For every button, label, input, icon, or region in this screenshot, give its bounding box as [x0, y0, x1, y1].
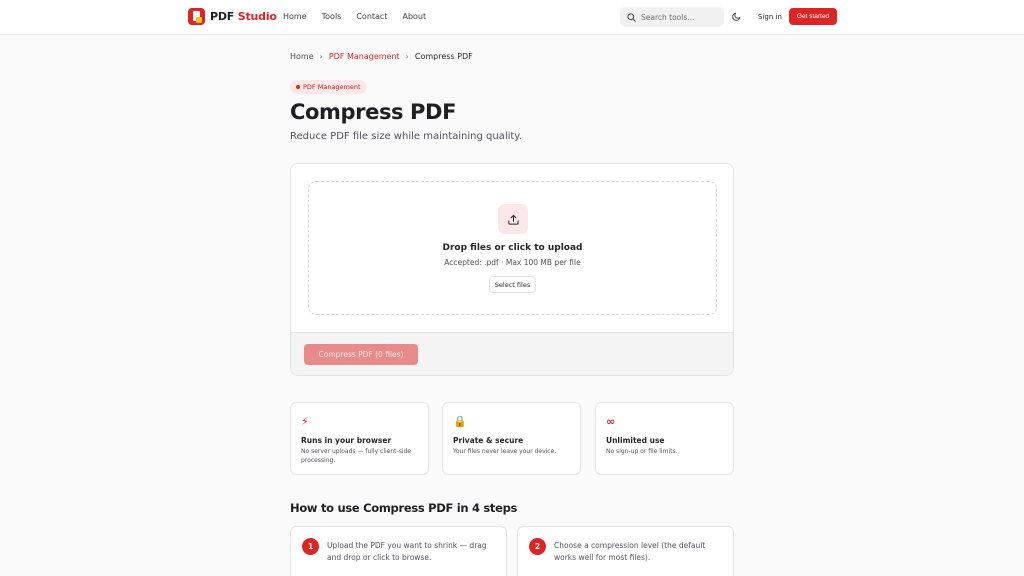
nav-home[interactable]: Home — [283, 12, 307, 21]
nav-tools[interactable]: Tools — [322, 12, 342, 21]
logo-icon — [188, 8, 205, 25]
howto-heading: How to use Compress PDF in 4 steps — [290, 501, 518, 515]
brand-name-part2: Studio — [237, 10, 277, 23]
feature-title: Private & secure — [453, 436, 524, 445]
step-number: 1 — [302, 538, 319, 555]
breadcrumb-home[interactable]: Home — [290, 52, 314, 61]
upload-card-footer: Compress PDF (0 files) — [291, 332, 733, 375]
upload-icon — [498, 204, 528, 234]
step-text: Choose a compression level (the default … — [554, 541, 706, 562]
feature-description: No server uploads — fully client-side pr… — [301, 448, 411, 464]
feature-card: 🔒 Private & secure Your files never leav… — [442, 402, 581, 475]
brand-logo[interactable]: PDF Studio — [188, 8, 277, 25]
brand-name-part1: PDF — [210, 10, 235, 23]
select-files-button[interactable]: Select files — [489, 276, 536, 293]
search-placeholder: Search tools... — [641, 12, 695, 22]
feature-card: ∞ Unlimited use No sign-up or file limit… — [595, 402, 734, 475]
page-subtitle: Reduce PDF file size while maintaining q… — [290, 131, 522, 142]
search-input[interactable]: Search tools... — [620, 7, 724, 27]
chevron-right-icon: › — [319, 52, 323, 61]
main-nav: Home Tools Contact About — [283, 12, 441, 21]
feature-description: No sign-up or file limits. — [606, 448, 678, 455]
upload-card: Drop files or click to upload Accepted: … — [290, 163, 734, 376]
top-navigation-bar: PDF Studio Home Tools Contact About Sear… — [0, 0, 1024, 35]
brand-name: PDF Studio — [210, 10, 277, 23]
feature-title: Unlimited use — [606, 436, 665, 445]
infinity-icon: ∞ — [606, 415, 616, 428]
category-badge: PDF Management — [290, 80, 367, 94]
breadcrumb-current: Compress PDF — [414, 52, 473, 61]
lightning-icon: ⚡ — [301, 415, 309, 428]
chevron-right-icon: › — [405, 52, 409, 61]
breadcrumb: Home › PDF Management › Compress PDF — [290, 52, 473, 61]
howto-step: 1 Upload the PDF you want to shrink — dr… — [290, 526, 507, 576]
page-title: Compress PDF — [290, 100, 457, 124]
nav-contact[interactable]: Contact — [356, 12, 387, 21]
howto-step: 2 Choose a compression level (the defaul… — [517, 526, 734, 576]
file-drop-zone[interactable]: Drop files or click to upload Accepted: … — [308, 181, 717, 315]
drop-zone-hint: Accepted: .pdf · Max 100 MB per file — [444, 258, 581, 267]
drop-zone-title: Drop files or click to upload — [442, 243, 583, 253]
step-text: Upload the PDF you want to shrink — drag… — [327, 541, 487, 562]
feature-title: Runs in your browser — [301, 436, 392, 445]
sign-in-link[interactable]: Sign in — [758, 13, 782, 21]
step-number: 2 — [529, 538, 546, 555]
compress-button[interactable]: Compress PDF (0 files) — [304, 344, 418, 365]
nav-about[interactable]: About — [402, 12, 426, 21]
lock-icon: 🔒 — [453, 415, 467, 428]
breadcrumb-category[interactable]: PDF Management — [329, 52, 400, 61]
get-started-button[interactable]: Get started — [789, 8, 837, 25]
theme-toggle-moon-icon[interactable] — [732, 11, 742, 21]
feature-description: Your files never leave your device. — [453, 448, 557, 455]
feature-card: ⚡ Runs in your browser No server uploads… — [290, 402, 429, 475]
search-icon — [627, 12, 636, 22]
